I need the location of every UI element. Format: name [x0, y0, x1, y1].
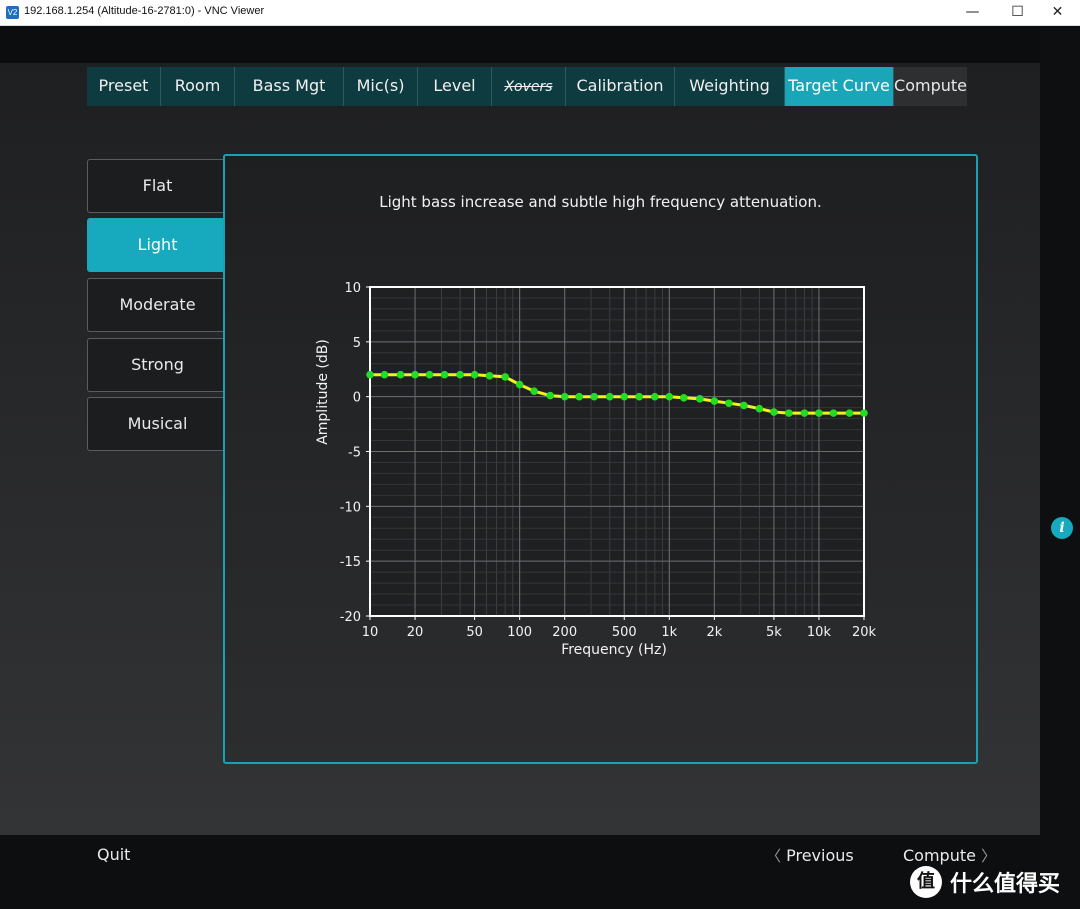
curve-point: [501, 373, 509, 381]
vnc-app-icon: V2: [6, 6, 19, 19]
x-tick-label: 20: [407, 625, 424, 640]
curve-point: [380, 370, 389, 379]
compute-label: Compute: [903, 846, 976, 865]
x-tick-label: 1k: [661, 625, 677, 640]
curve-point: [560, 392, 569, 401]
tab-mics[interactable]: Mic(s): [344, 67, 418, 106]
close-button[interactable]: ✕: [1035, 0, 1080, 25]
y-tick-label: 10: [344, 281, 361, 296]
curve-point: [860, 409, 868, 417]
y-axis-label: Amplitude (dB): [315, 339, 331, 445]
tab-calibration[interactable]: Calibration: [566, 67, 675, 106]
tab-preset[interactable]: Preset: [87, 67, 161, 106]
bottom-bar: [0, 835, 1040, 909]
y-tick-label: -10: [340, 500, 361, 515]
curve-point: [635, 392, 644, 401]
preset-moderate[interactable]: Moderate: [87, 278, 227, 332]
curve-point: [815, 409, 823, 417]
preset-strong[interactable]: Strong: [87, 338, 227, 392]
curve-point: [590, 392, 599, 401]
curve-point: [800, 409, 809, 417]
info-icon[interactable]: i: [1051, 517, 1073, 539]
curve-point: [366, 370, 374, 379]
window-titlebar: V2 192.168.1.254 (Altitude-16-2781:0) - …: [0, 0, 1080, 26]
x-tick-label: 10k: [807, 625, 832, 640]
chevron-left-icon: 〈: [766, 847, 782, 865]
x-tick-label: 5k: [766, 625, 782, 640]
y-tick-label: -15: [340, 555, 361, 570]
curve-point: [425, 370, 434, 379]
y-tick-label: -5: [348, 446, 361, 461]
tab-weighting[interactable]: Weighting: [675, 67, 785, 106]
curve-point: [650, 392, 659, 401]
chevron-right-icon: 〉: [981, 847, 997, 865]
curve-point: [785, 409, 793, 417]
y-tick-label: 0: [353, 391, 361, 406]
x-tick-label: 500: [612, 625, 637, 640]
viewer-right-strip: [1040, 26, 1080, 909]
curve-point: [515, 380, 524, 389]
preset-light[interactable]: Light: [87, 218, 227, 272]
curve-point: [456, 370, 464, 379]
curve-point: [470, 370, 479, 379]
window-title: 192.168.1.254 (Altitude-16-2781:0) - VNC…: [24, 5, 265, 17]
curve-point: [696, 395, 704, 403]
curve-point: [770, 408, 778, 416]
x-tick-label: 50: [466, 625, 483, 640]
watermark-text: 什么值得买: [950, 872, 1061, 897]
curve-point: [755, 404, 764, 413]
x-tick-label: 20k: [852, 625, 877, 640]
x-tick-label: 100: [507, 625, 532, 640]
curve-point: [396, 370, 405, 379]
curve-point: [680, 393, 688, 402]
curve-point: [485, 372, 494, 380]
previous-label: Previous: [786, 846, 854, 865]
y-tick-label: -20: [340, 610, 361, 625]
curve-point: [605, 392, 614, 401]
tab-level[interactable]: Level: [418, 67, 492, 106]
curve-point: [665, 392, 674, 401]
y-tick-label: 5: [353, 336, 361, 351]
preset-flat[interactable]: Flat: [87, 159, 227, 213]
curve-description: Light bass increase and subtle high freq…: [379, 193, 822, 211]
curve-point: [530, 387, 538, 395]
target-curve-chart: 1050-5-10-15-2010 20 50 100 200 500 1k 2k 5k 10k 2…: [315, 281, 877, 658]
next-compute-button[interactable]: Compute 〉: [903, 845, 996, 866]
remote-top-bar: [0, 26, 1040, 63]
preset-musical[interactable]: Musical: [87, 397, 227, 451]
curve-point: [440, 370, 449, 379]
curve-point: [740, 401, 748, 410]
x-tick-label: 2k: [706, 625, 722, 640]
watermark: 值 什么值得买: [910, 866, 1060, 898]
minimize-button[interactable]: —: [950, 0, 995, 25]
curve-point: [546, 391, 554, 400]
x-tick-label: 10: [362, 625, 379, 640]
curve-point: [710, 397, 719, 405]
curve-point: [620, 392, 629, 401]
curve-point: [411, 370, 419, 379]
curve-point: [575, 392, 584, 401]
tab-compute[interactable]: Compute: [894, 67, 967, 106]
tab-bass-mgt[interactable]: Bass Mgt: [235, 67, 344, 106]
x-tick-label: 200: [552, 625, 577, 640]
step-tabs: Preset Room Bass Mgt Mic(s) Level Xovers…: [87, 67, 967, 106]
maximize-button[interactable]: ☐: [995, 0, 1040, 25]
curve-point: [845, 409, 854, 417]
curve-point: [829, 409, 838, 417]
quit-button[interactable]: Quit: [97, 845, 130, 864]
tab-xovers: Xovers: [492, 67, 566, 106]
curve-point: [725, 399, 733, 408]
previous-button[interactable]: 〈 Previous: [766, 845, 854, 866]
tab-target-curve[interactable]: Target Curve: [785, 67, 894, 106]
watermark-logo: 值: [910, 866, 942, 898]
tab-room[interactable]: Room: [161, 67, 235, 106]
x-axis-label: Frequency (Hz): [561, 642, 667, 658]
